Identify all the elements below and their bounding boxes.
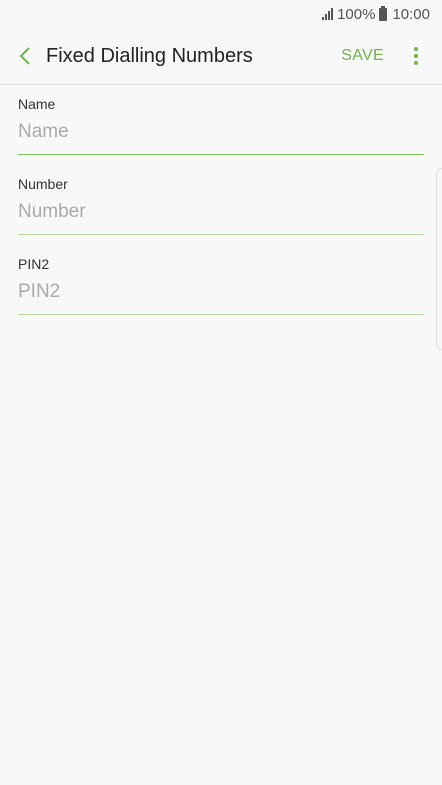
pin2-label: PIN2: [18, 256, 50, 272]
number-field-group: Number: [18, 165, 424, 245]
clock: 10:00: [392, 5, 430, 23]
back-button[interactable]: [4, 28, 46, 84]
save-button[interactable]: SAVE: [341, 47, 384, 65]
number-label: Number: [18, 176, 68, 192]
name-field-group: Name: [18, 85, 424, 165]
app-bar: Fixed Dialling Numbers SAVE: [0, 28, 442, 85]
pin2-field-group: PIN2: [18, 245, 424, 325]
signal-icon: [321, 8, 334, 20]
more-vert-icon: [414, 47, 418, 51]
chevron-left-icon: [19, 47, 30, 65]
fdn-form: Name Number PIN2: [18, 85, 424, 325]
edge-panel-handle[interactable]: [436, 168, 442, 350]
name-label: Name: [18, 96, 56, 112]
name-underline: [18, 154, 424, 155]
pin2-underline: [18, 314, 424, 315]
number-input[interactable]: [18, 201, 424, 223]
status-bar: 100% 10:00: [0, 0, 442, 28]
pin2-input[interactable]: [18, 281, 424, 303]
name-input[interactable]: [18, 121, 424, 143]
battery-icon: [379, 5, 388, 21]
page-title: Fixed Dialling Numbers: [46, 44, 253, 67]
number-underline: [18, 234, 424, 235]
more-options-button[interactable]: [406, 28, 426, 84]
battery-percentage: 100%: [337, 5, 376, 23]
